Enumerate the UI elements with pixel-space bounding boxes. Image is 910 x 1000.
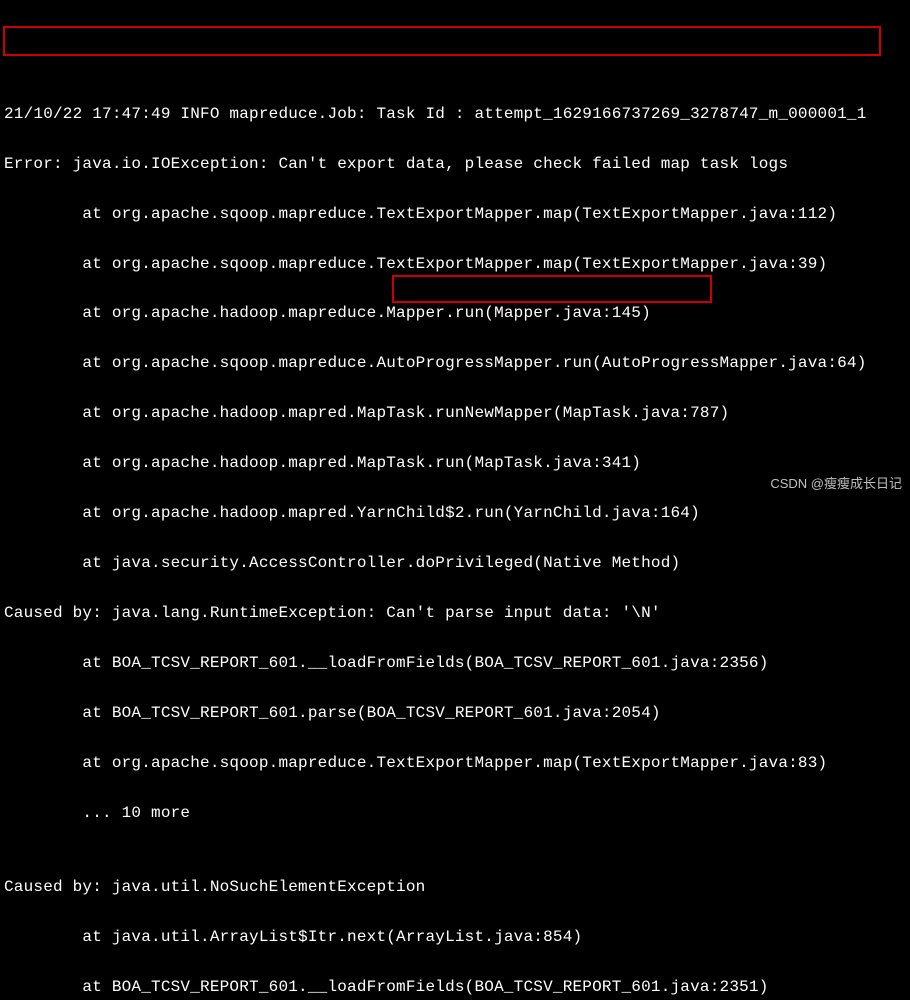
log-line-stack: at org.apache.hadoop.mapred.YarnChild$2.…: [4, 501, 906, 526]
highlight-box-error: [3, 26, 881, 56]
log-line-stack: at org.apache.sqoop.mapreduce.TextExport…: [4, 202, 906, 227]
log-line-stack: at org.apache.hadoop.mapred.MapTask.runN…: [4, 401, 906, 426]
log-line-stack: at java.security.AccessController.doPriv…: [4, 551, 906, 576]
log-line: 21/10/22 17:47:49 INFO mapreduce.Job: Ta…: [4, 102, 906, 127]
log-line-stack: at BOA_TCSV_REPORT_601.__loadFromFields(…: [4, 975, 906, 1000]
log-line-stack: at org.apache.sqoop.mapreduce.TextExport…: [4, 252, 906, 277]
log-line-stack: at org.apache.hadoop.mapreduce.Mapper.ru…: [4, 301, 906, 326]
watermark-text: CSDN @瘦瘦成长日记: [770, 474, 902, 494]
log-line-stack: at org.apache.hadoop.mapred.MapTask.run(…: [4, 451, 906, 476]
log-line-caused-by: Caused by: java.util.NoSuchElementExcept…: [4, 875, 906, 900]
log-line-caused-by: Caused by: java.lang.RuntimeException: C…: [4, 601, 906, 626]
log-line-stack: at org.apache.sqoop.mapreduce.TextExport…: [4, 751, 906, 776]
log-line-more: ... 10 more: [4, 801, 906, 826]
log-line-error: Error: java.io.IOException: Can't export…: [4, 152, 906, 177]
highlight-box-parse: [392, 275, 712, 303]
log-line-stack: at java.util.ArrayList$Itr.next(ArrayLis…: [4, 925, 906, 950]
log-line-stack: at BOA_TCSV_REPORT_601.parse(BOA_TCSV_RE…: [4, 701, 906, 726]
log-line-stack: at org.apache.sqoop.mapreduce.AutoProgre…: [4, 351, 906, 376]
log-line-stack: at BOA_TCSV_REPORT_601.__loadFromFields(…: [4, 651, 906, 676]
